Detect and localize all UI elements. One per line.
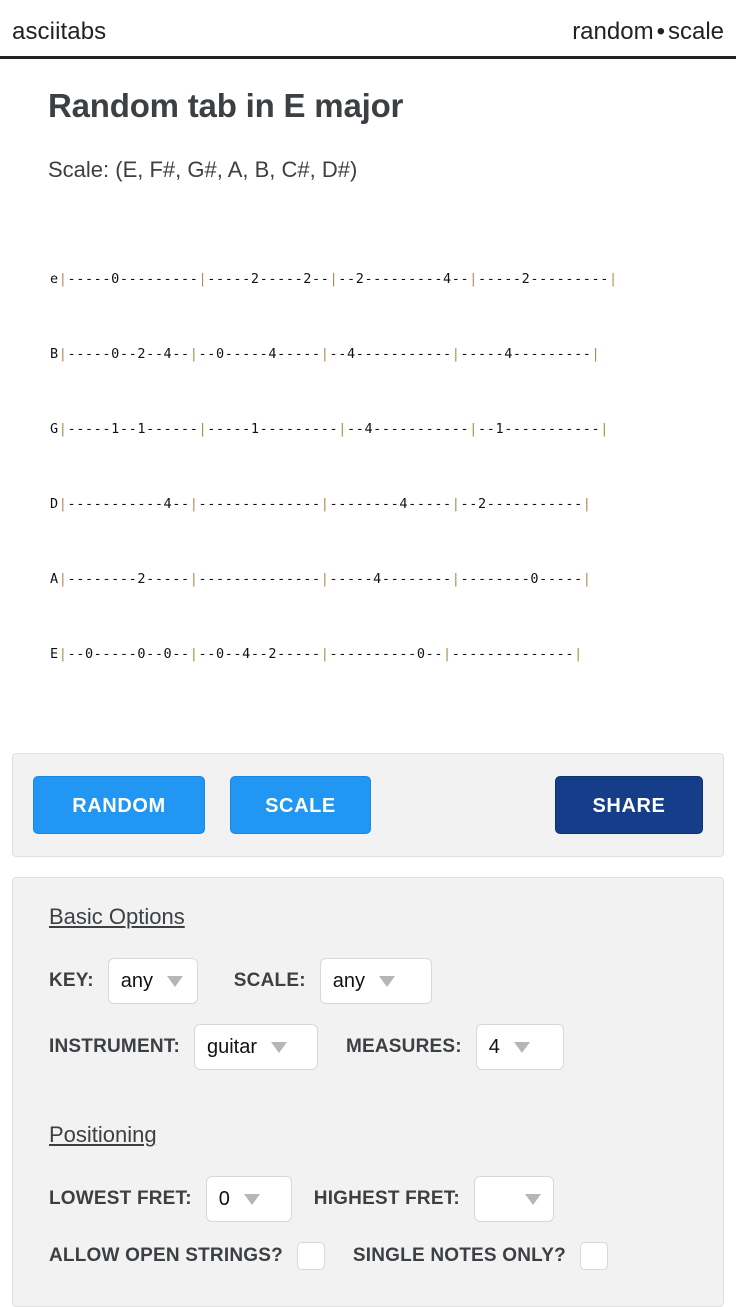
tab-string-content: |-----1--1------|-----1---------|--4----…	[58, 421, 609, 437]
single-notes-only-checkbox[interactable]	[579, 1242, 608, 1270]
tab-string-label: D	[50, 496, 59, 512]
chevron-down-icon	[243, 1193, 260, 1205]
page-title: Random tab in E major	[48, 87, 404, 124]
share-button[interactable]: SHARE	[555, 776, 703, 834]
tablature-block: e|-----0---------|-----2-----2--|--2----…	[50, 217, 724, 717]
chevron-down-icon	[378, 975, 395, 987]
scale-select[interactable]: any	[319, 958, 432, 1004]
chevron-down-icon	[167, 975, 184, 987]
tab-row: A|--------2-----|--------------|-----4--…	[50, 567, 724, 592]
measures-select[interactable]: 4	[475, 1024, 564, 1070]
tab-string-content: |-----0--2--4--|--0-----4-----|--4------…	[58, 346, 601, 362]
scale-notes-line: Scale: (E, F#, G#, A, B, C#, D#)	[48, 157, 358, 182]
chevron-down-icon	[513, 1041, 530, 1053]
fret-range-row: LOWEST FRET: 0 HIGHEST FRET:	[49, 1176, 699, 1222]
positioning-heading: Positioning	[49, 1122, 157, 1147]
nav-link-scale[interactable]: scale	[668, 18, 724, 45]
toggles-row: ALLOW OPEN STRINGS? SINGLE NOTES ONLY?	[49, 1242, 699, 1270]
key-scale-row: KEY: any SCALE: any	[49, 958, 699, 1004]
tab-string-content: |--0-----0--0--|--0--4--2-----|---------…	[58, 646, 583, 662]
lowest-fret-select-value: 0	[218, 1187, 230, 1210]
tab-row: B|-----0--2--4--|--0-----4-----|--4-----…	[50, 342, 724, 367]
highest-fret-label: HIGHEST FRET:	[313, 1188, 460, 1209]
tab-row: G|-----1--1------|-----1---------|--4---…	[50, 417, 724, 442]
scale-label: SCALE:	[233, 970, 306, 991]
chevron-down-icon	[524, 1193, 541, 1205]
tab-string-content: |-----0---------|-----2-----2--|--2-----…	[58, 271, 618, 287]
single-notes-only-label: SINGLE NOTES ONLY?	[352, 1245, 566, 1266]
scale-button[interactable]: SCALE	[230, 776, 371, 834]
nav-separator: •	[656, 18, 665, 45]
tab-string-content: |-----------4--|--------------|--------4…	[58, 496, 592, 512]
lowest-fret-select[interactable]: 0	[205, 1176, 292, 1222]
options-panel: Basic Options KEY: any SCALE: any INSTRU…	[12, 877, 724, 1307]
site-brand: asciitabs	[12, 18, 107, 45]
instrument-label: INSTRUMENT:	[49, 1036, 180, 1057]
action-buttons-panel: RANDOM SCALE SHARE	[12, 753, 724, 857]
tab-string-label: e	[50, 271, 59, 287]
tab-string-content: |--------2-----|--------------|-----4---…	[58, 571, 592, 587]
measures-select-value: 4	[488, 1035, 500, 1058]
instrument-select[interactable]: guitar	[193, 1024, 318, 1070]
measures-label: MEASURES:	[345, 1036, 462, 1057]
tab-string-label: G	[50, 421, 59, 437]
highest-fret-select[interactable]	[473, 1176, 554, 1222]
tab-string-label: E	[50, 646, 59, 662]
instrument-measures-row: INSTRUMENT: guitar MEASURES: 4	[49, 1024, 699, 1070]
key-select-value: any	[120, 969, 154, 992]
tab-string-label: A	[50, 571, 59, 587]
key-label: KEY:	[49, 970, 94, 991]
tab-row: D|-----------4--|--------------|--------…	[50, 492, 724, 517]
main-content: Random tab in E major Scale: (E, F#, G#,…	[0, 87, 736, 717]
chevron-down-icon	[271, 1041, 288, 1053]
lowest-fret-label: LOWEST FRET:	[49, 1188, 192, 1209]
tab-string-label: B	[50, 346, 59, 362]
allow-open-strings-label: ALLOW OPEN STRINGS?	[49, 1245, 283, 1266]
random-button[interactable]: RANDOM	[33, 776, 205, 834]
key-select[interactable]: any	[107, 958, 198, 1004]
basic-options-heading: Basic Options	[49, 904, 185, 929]
tab-row: E|--0-----0--0--|--0--4--2-----|--------…	[50, 642, 724, 667]
instrument-select-value: guitar	[206, 1035, 258, 1058]
allow-open-strings-checkbox[interactable]	[296, 1242, 325, 1270]
header-nav: random • scale	[572, 18, 724, 46]
tab-row: e|-----0---------|-----2-----2--|--2----…	[50, 267, 724, 292]
nav-link-random[interactable]: random	[572, 18, 653, 45]
scale-select-value: any	[332, 969, 365, 992]
site-header: asciitabs random • scale	[0, 0, 736, 59]
